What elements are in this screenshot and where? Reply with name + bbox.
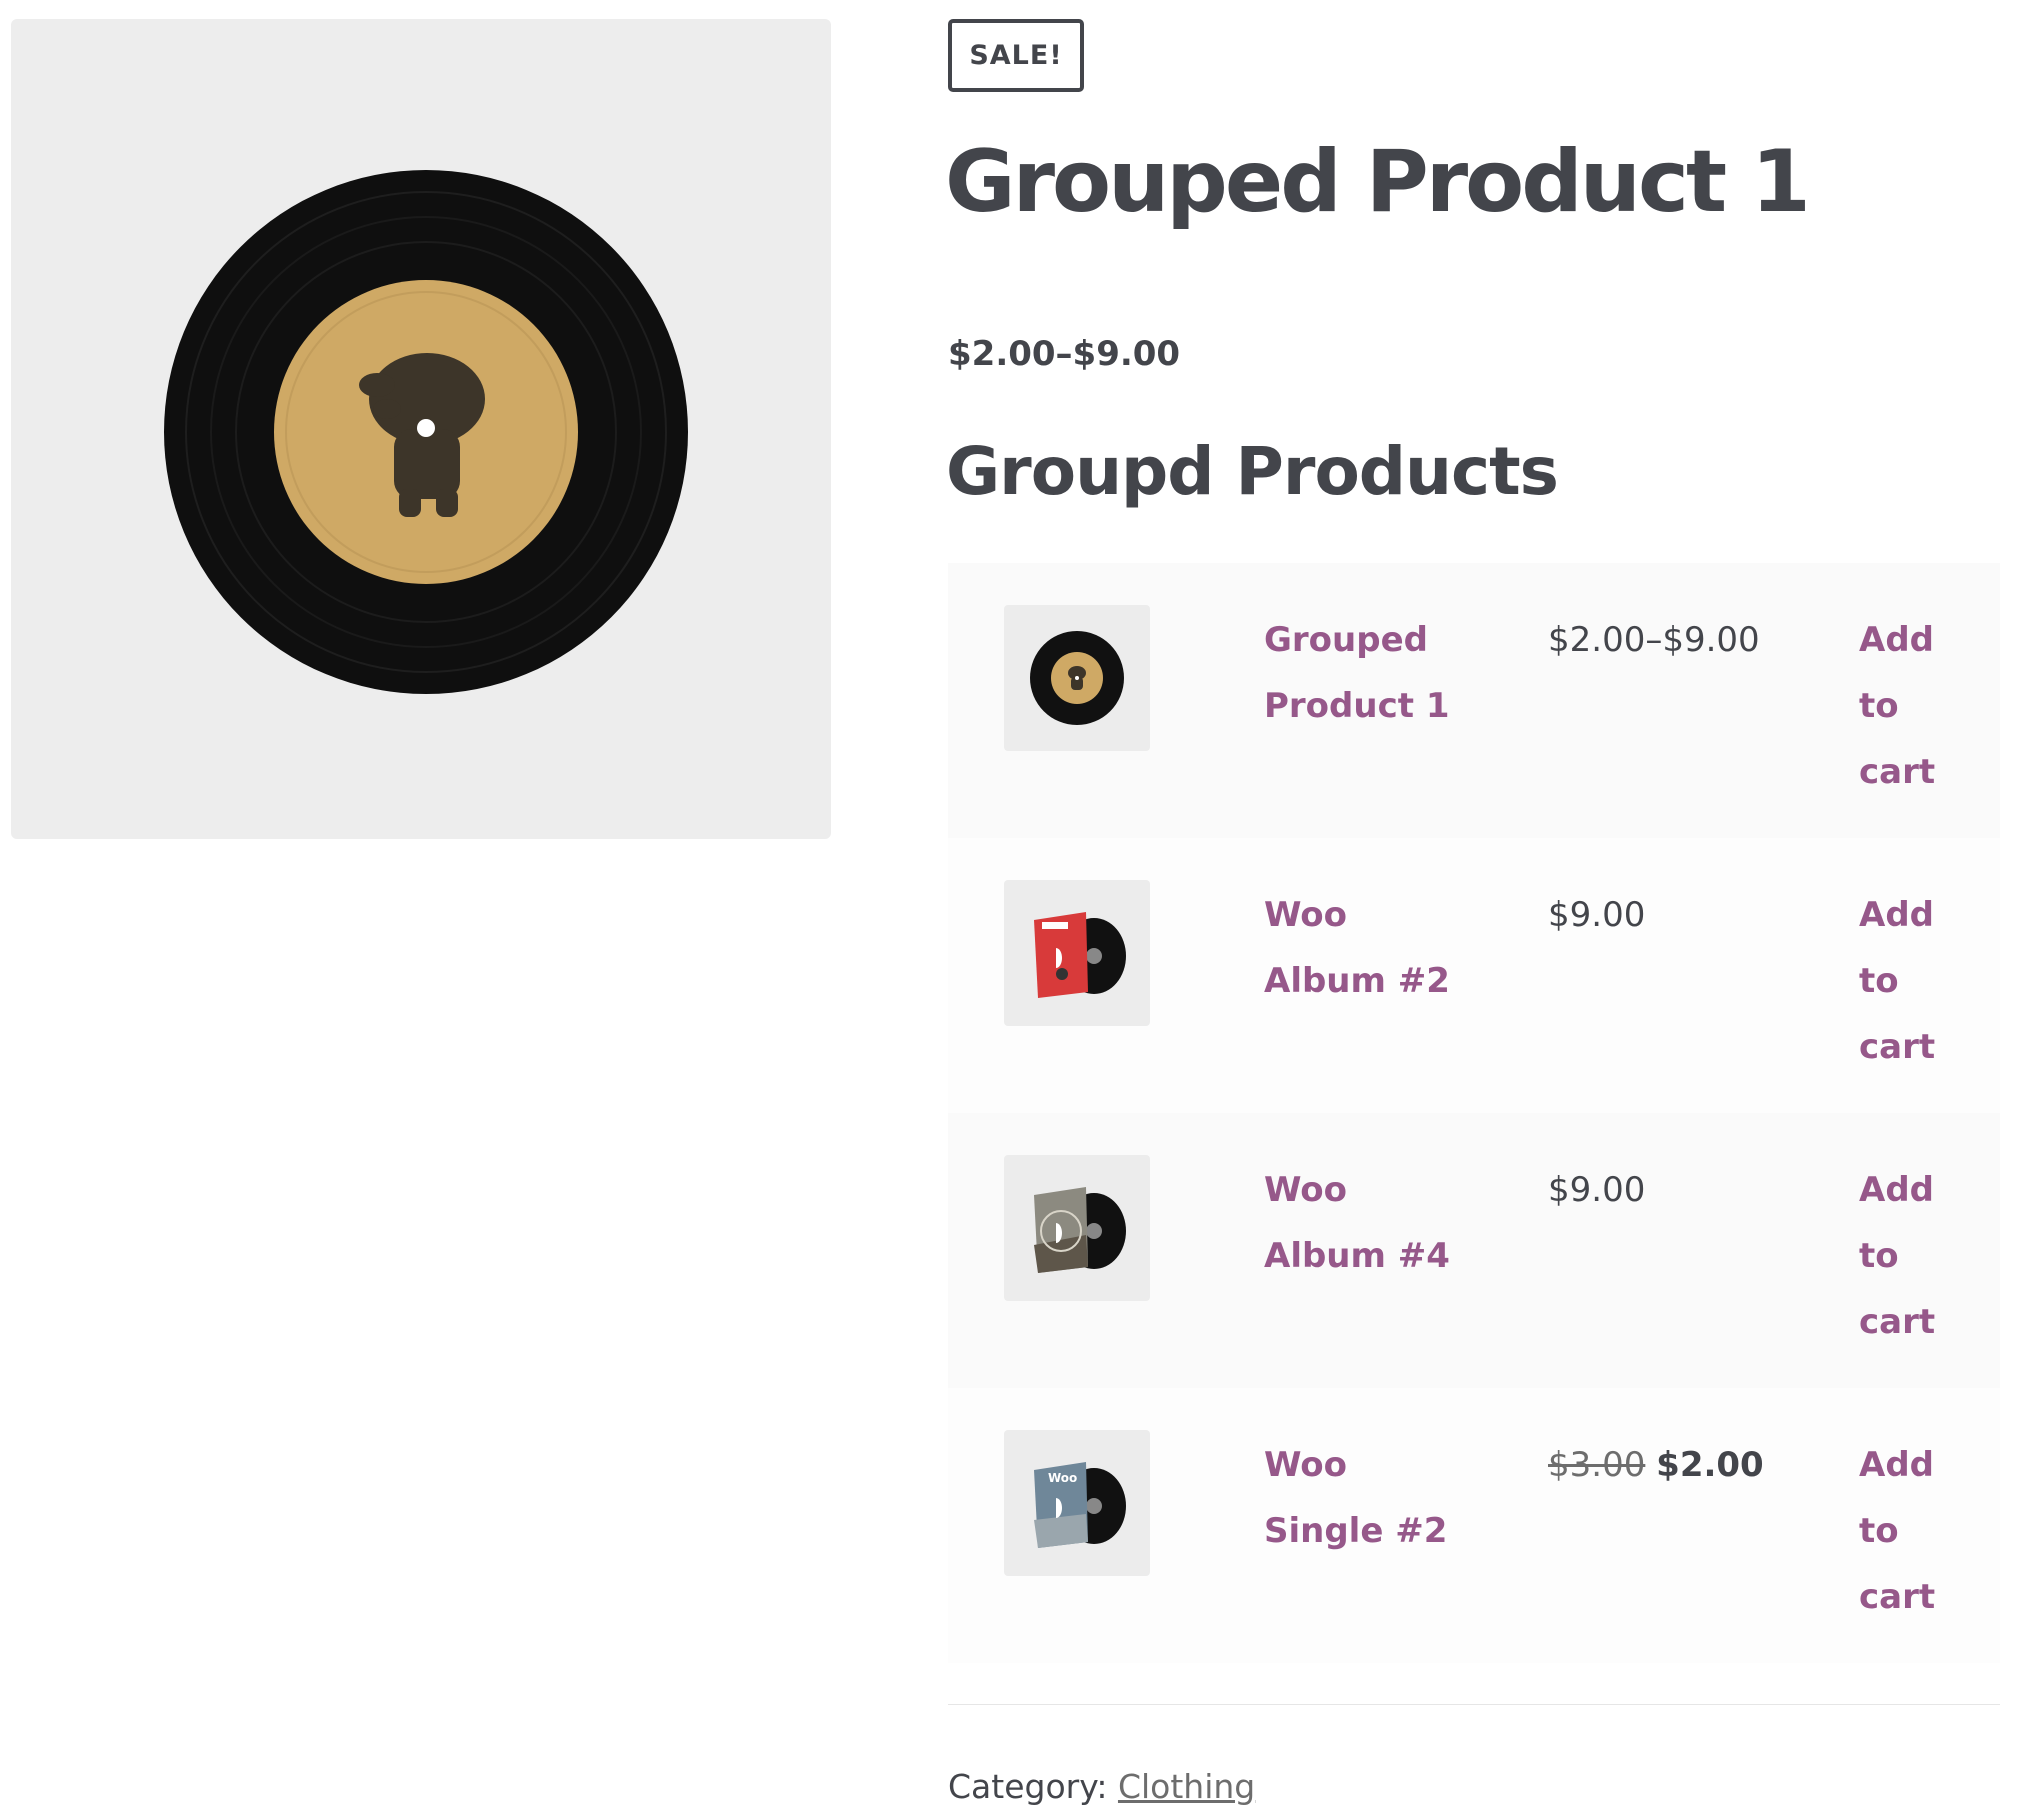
grouped-item-name[interactable]: Woo Album #4 [1264,1157,1454,1289]
grouped-item-name[interactable]: Woo Single #2 [1264,1432,1454,1564]
grouped-products-heading: Groupd Products [946,433,1559,510]
grouped-item-price: $3.00 $2.00 [1548,1432,1778,1498]
grouped-products-table: Grouped Product 1 $2.00–$9.00 Add to car… [948,563,2000,1663]
sale-badge: SALE! [948,19,1084,92]
table-row: Grouped Product 1 $2.00–$9.00 Add to car… [948,563,2000,838]
grouped-item-price: $9.00 [1548,895,1646,935]
add-to-cart-button[interactable]: Add to cart [1859,607,1969,805]
album-red-sleeve-thumb[interactable] [1004,880,1150,1026]
category-label: Category: [948,1767,1108,1806]
single-blue-sleeve-thumb[interactable]: Woo [1004,1430,1150,1576]
product-main-image[interactable] [11,19,831,839]
grouped-item-name[interactable]: Woo Album #2 [1264,882,1454,1014]
grouped-item-price: $9.00 [1548,1170,1646,1210]
add-to-cart-button[interactable]: Add to cart [1859,1432,1969,1630]
product-price: $2.00–$9.00 [948,334,1181,374]
album-grey-sleeve-thumb[interactable] [1004,1155,1150,1301]
category-link[interactable]: Clothing [1118,1767,1255,1806]
regular-price: $3.00 [1548,1445,1646,1485]
product-meta: Category: Clothing [948,1767,1255,1806]
grouped-item-price: $2.00–$9.00 [1548,620,1760,660]
product-title: Grouped Product 1 [945,132,1811,232]
add-to-cart-button[interactable]: Add to cart [1859,1157,1969,1355]
table-row: Woo Album #4 $9.00 Add to cart [948,1113,2000,1388]
vinyl-record-thumb[interactable] [1004,605,1150,751]
table-row: Woo Woo Single #2 $3.00 $2.00 Add to car… [948,1388,2000,1663]
divider [948,1704,2000,1705]
grouped-item-name[interactable]: Grouped Product 1 [1264,607,1454,739]
svg-text:Woo: Woo [1048,1471,1077,1485]
table-row: Woo Album #2 $9.00 Add to cart [948,838,2000,1113]
sale-price: $2.00 [1656,1445,1764,1485]
vinyl-record-image [164,170,688,694]
add-to-cart-button[interactable]: Add to cart [1859,882,1969,1080]
